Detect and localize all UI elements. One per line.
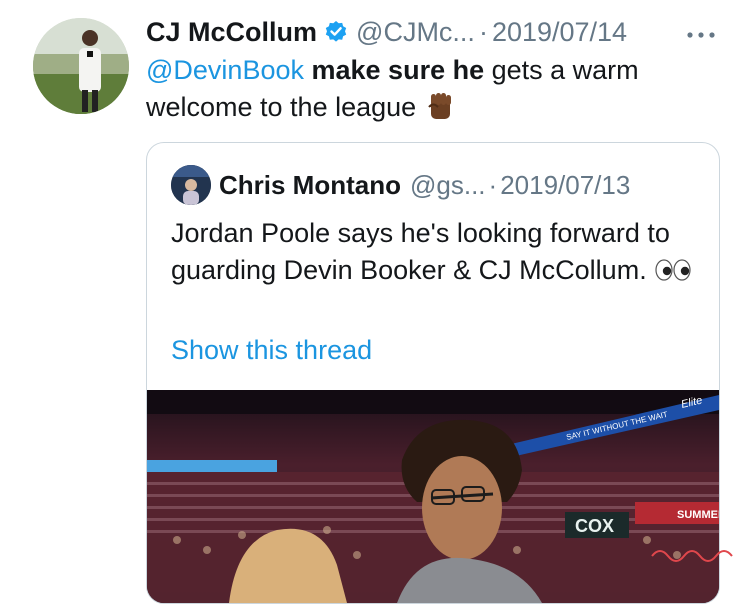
show-thread-link[interactable]: Show this thread [171,335,372,366]
eyes-icon [655,254,691,281]
mention-link[interactable]: @DevinBook [146,55,304,85]
author-avatar[interactable] [33,18,129,114]
watermark [650,542,740,567]
quoted-tweet-text: Jordan Poole says he's looking forward t… [171,215,701,289]
video-frame: SAY IT WITHOUT THE WAIT Elite COX SUMME [147,390,719,603]
quoted-tweet-body: Jordan Poole says he's looking forward t… [171,218,670,285]
video-banner-text: SUMMER [677,509,719,521]
tweet-text: @DevinBook make sure he gets a warm welc… [146,52,716,126]
quoted-header-separator: · [488,169,498,200]
quoted-tweet-date: 2019/07/13 [500,169,631,200]
header-separator: · [478,16,488,47]
quoted-author-name: Chris Montano [219,169,401,200]
bold-text: make sure he [311,55,485,85]
tweet-date[interactable]: 2019/07/14 [492,17,627,48]
tweet-header: CJ McCollum @CJMc... · 2019/07/14 [146,12,627,52]
quoted-tweet-card[interactable]: Chris Montano @gs... · 2019/07/13 Jordan… [146,142,720,604]
author-photo [33,18,129,114]
quoted-tweet-header: Chris Montano @gs... · 2019/07/13 [171,165,630,205]
quoted-tweet-video[interactable]: SAY IT WITHOUT THE WAIT Elite COX SUMME [147,390,719,603]
video-sponsor-text: COX [575,516,614,536]
author-name[interactable]: CJ McCollum [146,17,317,48]
quoted-author-avatar [171,165,211,205]
raised-fist-icon [424,90,456,122]
more-dots-icon[interactable] [686,27,716,38]
verified-badge-icon [324,20,348,44]
quoted-author-handle: @gs... [410,169,486,200]
author-handle[interactable]: @CJMc... [356,17,475,48]
